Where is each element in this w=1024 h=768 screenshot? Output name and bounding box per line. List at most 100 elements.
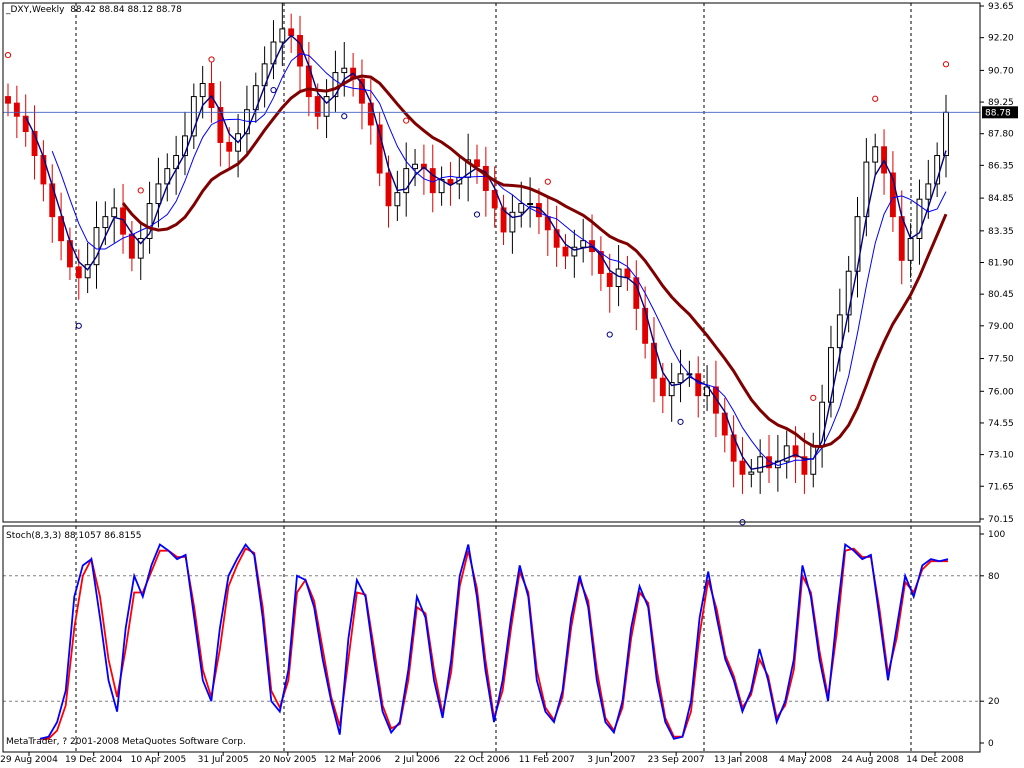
y-tick-label: 80.45 [988, 290, 1014, 300]
candle-body [739, 460, 746, 475]
y-tick-label: 74.55 [988, 419, 1014, 429]
fractal-marker [677, 418, 684, 425]
fractal-marker [341, 113, 348, 120]
candle-body [606, 272, 613, 288]
stoch-tick-label: 100 [988, 530, 1005, 540]
fractal-marker [4, 52, 12, 59]
y-tick-label: 83.35 [988, 227, 1014, 237]
ohlc-values: 88.42 88.84 88.12 88.78 [70, 5, 182, 15]
fractal-marker [270, 86, 277, 94]
x-tick-label: 4 May 2008 [779, 755, 832, 765]
candle-body [40, 155, 47, 185]
candle-body [394, 192, 401, 207]
candle-body [5, 96, 11, 104]
symbol-label: _DXY,Weekly [6, 5, 65, 15]
candle-body [898, 216, 905, 261]
indicator-label: Stoch(8,3,3) [6, 531, 62, 541]
candle-body [482, 165, 489, 191]
candle-body [828, 347, 834, 403]
candle-body [447, 179, 454, 185]
y-tick-label: 86.35 [988, 161, 1014, 171]
x-tick-label: 20 Nov 2005 [259, 755, 317, 765]
candle-body [111, 207, 118, 218]
indicator-header: Stoch(8,3,3) 88.1057 86.8155 [6, 531, 142, 541]
current-price-label: 88.78 [985, 108, 1011, 118]
candle-body [518, 203, 525, 213]
fractal-marker [137, 187, 144, 194]
candle-body [341, 67, 348, 74]
candle-body [562, 246, 569, 257]
chart-background [0, 0, 1024, 768]
candle-body [677, 373, 684, 384]
candle-body [659, 377, 666, 397]
x-tick-label: 22 Oct 2006 [454, 755, 510, 765]
candle-body [128, 233, 135, 259]
candle-body [642, 307, 649, 344]
x-tick-label: 19 Dec 2004 [65, 755, 123, 765]
x-tick-label: 2 Jul 2006 [395, 755, 440, 765]
y-tick-label: 79.00 [988, 322, 1014, 332]
y-tick-label: 90.70 [988, 66, 1014, 76]
candle-body [925, 183, 932, 200]
stoch-tick-label: 0 [988, 739, 994, 749]
x-tick-label: 11 Feb 2007 [519, 755, 575, 765]
y-tick-label: 81.90 [988, 259, 1014, 269]
candle-body [527, 203, 534, 206]
x-tick-label: 23 Sep 2007 [648, 755, 705, 765]
x-tick-label: 29 Aug 2004 [0, 755, 58, 765]
x-tick-label: 10 Apr 2005 [131, 755, 187, 765]
candle-body [615, 268, 622, 288]
candle-body [854, 216, 861, 272]
chart-canvas: 93.6592.2090.7089.2587.8086.3584.8583.35… [0, 0, 1024, 768]
fractal-marker [544, 178, 551, 185]
x-tick-label: 14 Dec 2008 [906, 755, 964, 765]
candle-body [226, 141, 233, 152]
y-tick-label: 77.50 [988, 355, 1014, 365]
y-tick-label: 84.85 [988, 194, 1014, 204]
x-tick-label: 13 Jan 2008 [714, 755, 768, 765]
fractal-marker [810, 394, 817, 401]
candle-body [323, 96, 330, 117]
candle-body [695, 373, 702, 397]
y-tick-label: 93.65 [988, 2, 1014, 12]
candle-body [474, 159, 480, 167]
candle-body [412, 163, 418, 170]
candle-body [102, 216, 109, 229]
copyright-text: MetaTrader, ? 2001-2008 MetaQuotes Softw… [6, 737, 246, 747]
x-tick-label: 3 Jun 2007 [587, 755, 635, 765]
fractal-marker [942, 61, 950, 68]
y-tick-label: 92.20 [988, 34, 1014, 44]
candle-body [429, 168, 436, 194]
y-tick-label: 87.80 [988, 130, 1014, 140]
indicator-values: 88.1057 86.8155 [64, 531, 142, 541]
stoch-tick-label: 20 [988, 697, 1000, 707]
x-tick-label: 12 Mar 2006 [324, 755, 381, 765]
candle-body [279, 28, 286, 43]
candle-body [314, 96, 321, 117]
candle-body [872, 146, 879, 163]
fractal-marker [872, 95, 879, 102]
candle-body [624, 268, 631, 279]
candle-body [748, 471, 755, 475]
y-tick-label: 71.65 [988, 482, 1014, 492]
fractal-marker [403, 117, 410, 124]
stoch-tick-label: 80 [988, 572, 1000, 582]
candle-body [943, 111, 949, 157]
candle-body [199, 82, 206, 98]
fractal-marker [473, 211, 481, 218]
candle-body [907, 237, 914, 261]
candle-body [810, 445, 817, 475]
candle-body [13, 102, 20, 117]
fractal-marker [75, 322, 82, 329]
candle-body [757, 456, 764, 473]
candle-body [75, 266, 82, 279]
candle-body [633, 277, 640, 309]
candle-body [297, 34, 303, 67]
chart-header: _DXY,Weekly 88.42 88.84 88.12 88.78 [6, 5, 182, 15]
y-tick-label: 76.00 [988, 387, 1014, 397]
fractal-marker [606, 331, 613, 338]
candle-body [580, 240, 587, 248]
candle-body [836, 314, 843, 349]
candle-body [288, 28, 295, 36]
x-tick-label: 31 Jul 2005 [198, 755, 249, 765]
